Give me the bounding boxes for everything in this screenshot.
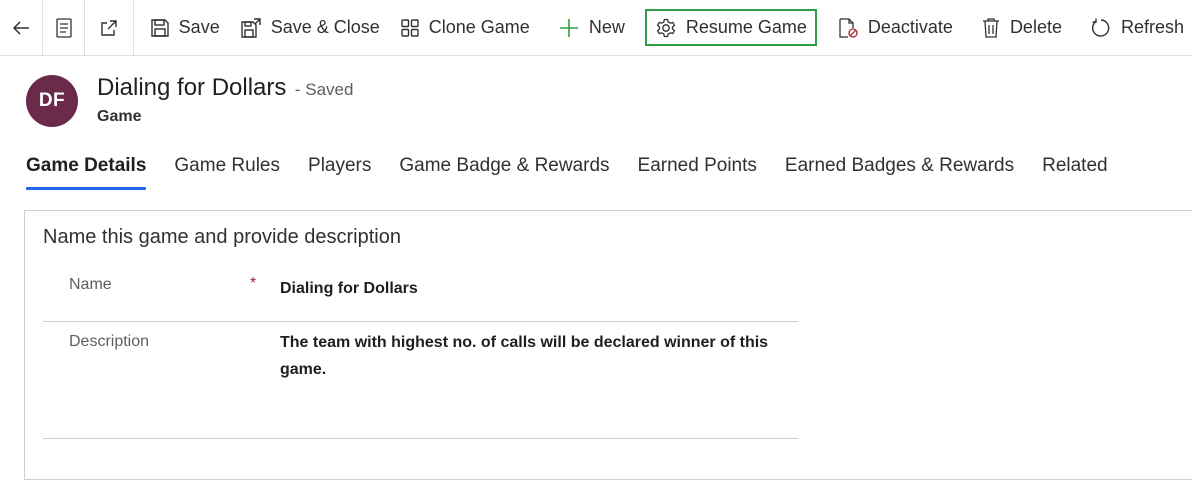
back-arrow-icon [12, 20, 29, 35]
deactivate-button[interactable]: Deactivate [829, 9, 961, 47]
save-close-icon [241, 17, 261, 38]
trash-icon [982, 17, 999, 38]
clone-game-label: Clone Game [428, 17, 530, 37]
tab-game-badge-rewards[interactable]: Game Badge & Rewards [399, 155, 609, 191]
popout-button[interactable] [85, 0, 135, 55]
description-field[interactable]: The team with highest no. of calls will … [280, 329, 785, 383]
refresh-button[interactable]: Refresh [1082, 9, 1192, 47]
resume-game-button[interactable]: Resume Game [644, 9, 817, 46]
refresh-icon [1091, 18, 1110, 37]
save-icon [150, 18, 169, 37]
clone-icon [401, 18, 419, 37]
entity-name: Game [97, 108, 142, 125]
tab-related[interactable]: Related [1042, 155, 1108, 191]
command-bar: Save Save & Close Clone Game New Resume [0, 0, 1192, 56]
name-field[interactable]: Dialing for Dollars [280, 275, 418, 302]
delete-button[interactable]: Delete [973, 9, 1070, 47]
details-section: Name this game and provide description N… [24, 210, 1192, 480]
tab-players[interactable]: Players [308, 155, 371, 191]
save-label: Save [178, 17, 220, 37]
save-status: - Saved [294, 80, 354, 99]
back-button[interactable] [0, 0, 43, 55]
name-label: Name [69, 276, 112, 293]
resume-game-label: Resume Game [685, 17, 807, 37]
deactivate-label: Deactivate [867, 17, 953, 37]
form-selector-button[interactable] [43, 0, 86, 55]
tab-game-rules[interactable]: Game Rules [174, 155, 280, 191]
section-title: Name this game and provide description [43, 226, 401, 248]
popout-icon [101, 19, 117, 36]
field-divider [43, 438, 798, 439]
form-icon [55, 17, 72, 38]
plus-icon [559, 18, 578, 37]
delete-label: Delete [1009, 17, 1062, 37]
save-close-button[interactable]: Save & Close [232, 9, 388, 47]
new-label: New [588, 17, 625, 37]
new-button[interactable]: New [550, 9, 633, 47]
refresh-label: Refresh [1120, 17, 1184, 37]
tab-game-details[interactable]: Game Details [26, 155, 147, 191]
description-label: Description [69, 333, 150, 350]
page-title: Dialing for Dollars [97, 74, 287, 101]
deactivate-icon [839, 17, 858, 38]
field-divider [43, 321, 798, 322]
tab-list: Game Details Game Rules Players Game Bad… [26, 155, 1136, 191]
record-title: Dialing for Dollars - Saved [97, 74, 353, 102]
gear-icon [656, 18, 676, 37]
save-close-label: Save & Close [270, 17, 380, 37]
required-indicator: * [250, 275, 257, 292]
save-button[interactable]: Save [142, 9, 228, 47]
tab-earned-badges-rewards[interactable]: Earned Badges & Rewards [785, 155, 1014, 191]
tab-earned-points[interactable]: Earned Points [638, 155, 757, 191]
avatar: DF [26, 75, 78, 127]
clone-game-button[interactable]: Clone Game [392, 9, 538, 47]
